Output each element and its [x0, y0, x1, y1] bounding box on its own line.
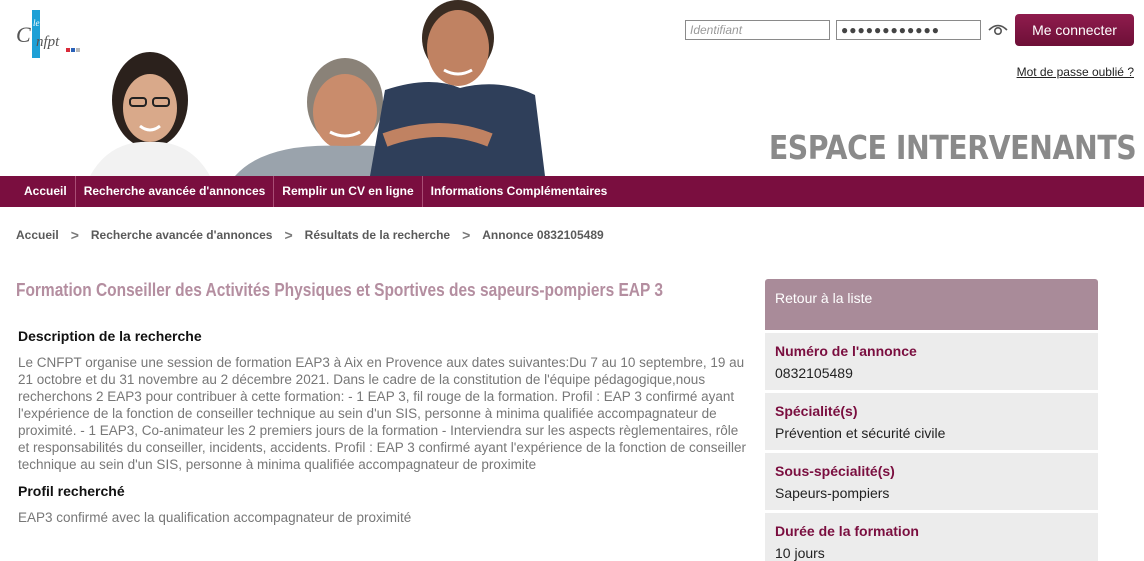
- identifiant-input[interactable]: [685, 20, 830, 40]
- svg-text:C: C: [16, 22, 31, 47]
- profile-heading: Profil recherché: [18, 483, 125, 499]
- nav-item-accueil[interactable]: Accueil: [16, 176, 76, 207]
- password-input[interactable]: [836, 20, 981, 40]
- info-label: Numéro de l'annonce: [775, 343, 917, 359]
- show-password-eye-icon[interactable]: [987, 19, 1009, 41]
- breadcrumb-item-resultats[interactable]: Résultats de la recherche: [305, 228, 450, 242]
- main-nav: Accueil Recherche avancée d'annonces Rem…: [0, 176, 1144, 207]
- info-label: Spécialité(s): [775, 403, 858, 419]
- info-label: Durée de la formation: [775, 523, 919, 539]
- breadcrumb: Accueil > Recherche avancée d'annonces >…: [16, 227, 604, 243]
- announcement-content: Description de la recherche Le CNFPT org…: [18, 328, 748, 536]
- breadcrumb-item-annonce: Annonce 0832105489: [482, 228, 604, 242]
- header-people-photo: [90, 0, 545, 176]
- login-form: Me connecter: [685, 14, 1134, 46]
- nav-item-remplir-cv[interactable]: Remplir un CV en ligne: [274, 176, 423, 207]
- info-duree: Durée de la formation 10 jours: [765, 510, 1098, 561]
- info-value: 0832105489: [775, 365, 853, 381]
- info-value: 10 jours: [775, 545, 825, 561]
- breadcrumb-separator: >: [70, 227, 79, 243]
- info-value: Prévention et sécurité civile: [775, 425, 946, 441]
- info-label: Sous-spécialité(s): [775, 463, 895, 479]
- breadcrumb-item-accueil[interactable]: Accueil: [16, 228, 59, 242]
- connect-button[interactable]: Me connecter: [1015, 14, 1134, 46]
- page-title: Formation Conseiller des Activités Physi…: [16, 280, 663, 300]
- site-header: le C nfpt M: [0, 0, 1144, 176]
- info-specialite: Spécialité(s) Prévention et sécurité civ…: [765, 390, 1098, 450]
- breadcrumb-item-recherche[interactable]: Recherche avancée d'annonces: [91, 228, 273, 242]
- breadcrumb-separator: >: [284, 227, 293, 243]
- announcement-sidebar: Retour à la liste Numéro de l'annonce 08…: [765, 279, 1098, 561]
- profile-text: EAP3 confirmé avec la qualification acco…: [18, 510, 412, 525]
- description-heading: Description de la recherche: [18, 328, 202, 344]
- espace-intervenants-title: ESPACE INTERVENANTS: [768, 128, 1137, 167]
- breadcrumb-separator: >: [462, 227, 471, 243]
- nav-item-recherche-avancee[interactable]: Recherche avancée d'annonces: [76, 176, 275, 207]
- nav-item-informations[interactable]: Informations Complémentaires: [423, 176, 616, 207]
- description-text: Le CNFPT organise une session de formati…: [18, 355, 746, 472]
- back-to-list-button[interactable]: Retour à la liste: [765, 279, 1098, 330]
- info-sous-specialite: Sous-spécialité(s) Sapeurs-pompiers: [765, 450, 1098, 510]
- info-numero: Numéro de l'annonce 0832105489: [765, 330, 1098, 390]
- forgot-password-link[interactable]: Mot de passe oublié ?: [1017, 65, 1134, 79]
- info-value: Sapeurs-pompiers: [775, 485, 890, 501]
- svg-text:le: le: [33, 18, 40, 28]
